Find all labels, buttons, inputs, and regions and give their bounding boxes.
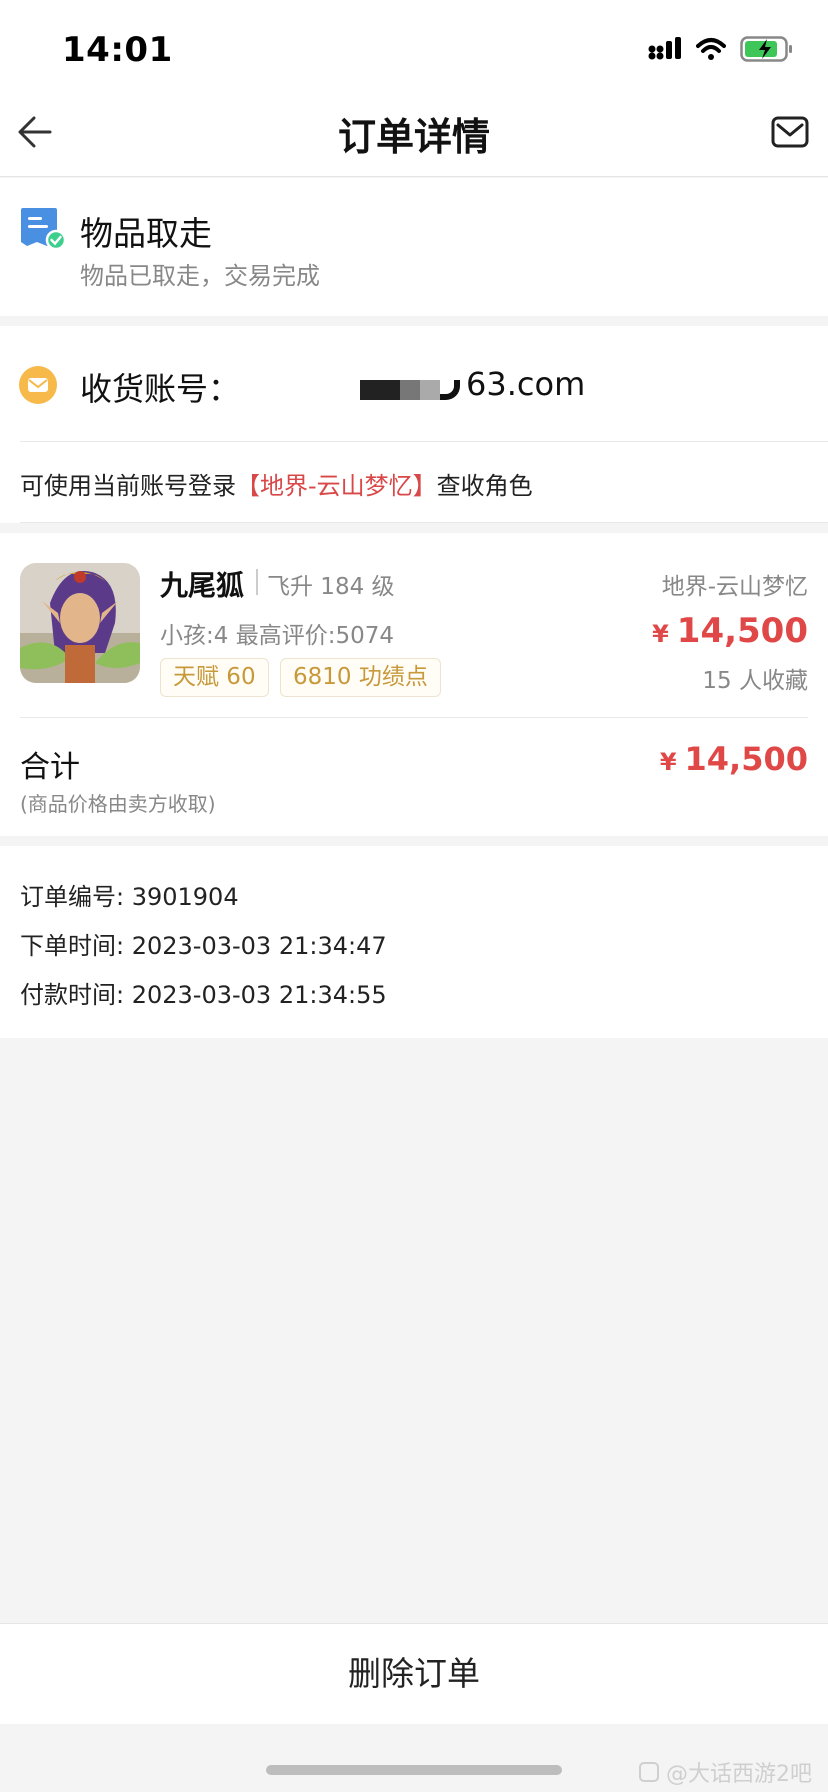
battery-icon [740,36,792,62]
watermark: @大话西游2吧 [638,1756,812,1788]
status-icons [648,36,794,62]
divider [256,569,258,595]
order-info-section: 订单编号: 3901904 下单时间: 2023-03-03 21:34:47 … [0,846,828,1038]
account-value: 63.com [466,365,586,403]
watermark-logo-icon [639,1762,659,1782]
total-note: (商品价格由卖方收取) [20,792,216,816]
order-time: 下单时间: 2023-03-03 21:34:47 [20,932,387,960]
account-section: 收货账号： 63.com 可使用当前账号登录【地界-云山梦忆】查收角色 [0,326,828,523]
message-icon[interactable] [770,112,810,152]
total-price-value: 14,500 [684,740,808,778]
divider [20,522,828,523]
email-icon [19,366,57,404]
divider [20,441,828,442]
order-number: 订单编号: 3901904 [20,883,239,911]
home-indicator[interactable] [266,1765,562,1775]
account-note-prefix: 可使用当前账号登录 [20,472,236,500]
merit-points-tag: 6810 功绩点 [280,658,441,697]
item-section: 九尾狐 飞升 184 级 小孩:4 最高评价:5074 天赋 60 6810 功… [0,533,828,836]
character-avatar[interactable] [20,563,140,683]
favorites-count: 15 人收藏 [702,668,808,694]
navigation-bar: 订单详情 [0,98,828,177]
watermark-text: @大话西游2吧 [666,1762,812,1787]
bottom-action-bar: 删除订单 [0,1623,828,1724]
total-label: 合计 [20,750,80,785]
wifi-icon [696,38,726,60]
item-price: ¥14,500 [652,611,808,651]
total-price: ¥14,500 [660,740,808,778]
server-name: 地界-云山梦忆 [661,574,808,600]
account-note-suffix: 查收角色 [436,472,533,500]
character-name[interactable]: 九尾狐 [160,564,244,604]
character-level: 飞升 184 级 [267,574,395,600]
item-price-value: 14,500 [676,611,808,651]
currency-symbol: ¥ [659,748,677,776]
status-bar: 14:01 [0,0,828,98]
payment-time: 付款时间: 2023-03-03 21:34:55 [20,981,387,1009]
order-status-subtitle: 物品已取走，交易完成 [80,262,320,290]
account-note-server: 【地界-云山梦忆】 [236,472,437,500]
character-meta: 小孩:4 最高评价:5074 [160,623,394,649]
account-redacted [360,380,460,400]
order-status-section: 物品取走 物品已取走，交易完成 [0,178,828,316]
order-status-title: 物品取走 [80,214,212,253]
completed-order-icon [21,208,67,251]
currency-symbol: ¥ [652,620,669,648]
divider [20,717,808,718]
account-login-note: 可使用当前账号登录【地界-云山梦忆】查收角色 [20,466,533,501]
page-title: 订单详情 [337,115,490,159]
delete-order-button[interactable]: 删除订单 [0,1624,828,1724]
character-portrait-icon [20,563,140,683]
account-label: 收货账号： [80,370,241,408]
talent-tag: 天赋 60 [160,658,269,697]
status-time: 14:01 [62,30,173,70]
cellular-signal-icon [648,37,681,60]
